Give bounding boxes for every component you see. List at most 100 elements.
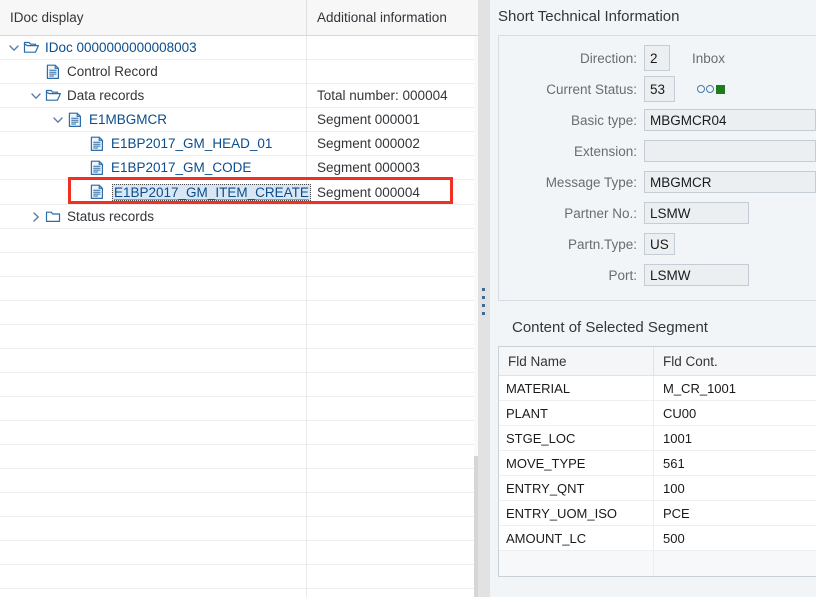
- tree-empty-cell: [307, 349, 478, 372]
- tree-row-label[interactable]: E1BP2017_GM_CODE: [111, 160, 251, 175]
- document-icon: [88, 183, 106, 201]
- tree-empty-cell: [307, 445, 478, 468]
- technical-info-field-label: Partn.Type:: [567, 236, 637, 252]
- segment-empty-cell: [654, 551, 816, 576]
- technical-info-field-value[interactable]: LSMW: [644, 264, 749, 286]
- chevron-right-icon[interactable]: [28, 209, 44, 225]
- technical-info-field-value[interactable]: 2: [644, 45, 670, 71]
- tree-empty-cell: [0, 373, 307, 396]
- tree-empty-cell: [307, 301, 478, 324]
- panel-splitter[interactable]: [478, 0, 490, 597]
- technical-info-field-value[interactable]: US: [644, 233, 675, 255]
- status-circle-empty-icon: [706, 85, 714, 93]
- tree-row-additional-info: Segment 000003: [317, 160, 420, 175]
- segment-column-header-fld-cont[interactable]: Fld Cont.: [654, 347, 816, 375]
- tree-row[interactable]: E1BP2017_GM_ITEM_CREATE Segment 000004: [0, 180, 478, 205]
- tree-row-label-selected[interactable]: E1BP2017_GM_ITEM_CREATE: [112, 183, 311, 201]
- segment-table-row[interactable]: STGE_LOC 1001: [499, 426, 816, 451]
- tree-header-row: IDoc display Additional information: [0, 0, 478, 36]
- tree-row[interactable]: Data records Total number: 000004: [0, 84, 478, 108]
- chevron-down-icon[interactable]: [6, 40, 22, 56]
- tree-empty-cell: [307, 541, 478, 564]
- tree-row[interactable]: E1BP2017_GM_HEAD_01 Segment 000002: [0, 132, 478, 156]
- segment-table-row[interactable]: PLANT CU00: [499, 401, 816, 426]
- tree-row-label[interactable]: Status records: [67, 209, 154, 224]
- content-of-selected-segment-title: Content of Selected Segment: [490, 309, 816, 346]
- status-circle-empty-icon: [697, 85, 705, 93]
- tree-column-header-additional-information[interactable]: Additional information: [307, 0, 478, 35]
- tree-empty-row: [0, 229, 478, 253]
- tree-row-additional-info: Segment 000002: [317, 136, 420, 151]
- segment-table-empty-row: [499, 551, 816, 576]
- tree-empty-row: [0, 325, 478, 349]
- tree-row[interactable]: IDoc 0000000000008003: [0, 36, 478, 60]
- tree-row-label-cell[interactable]: E1BP2017_GM_ITEM_CREATE: [0, 180, 311, 204]
- segment-table-row[interactable]: AMOUNT_LC 500: [499, 526, 816, 551]
- tree-row-label[interactable]: Control Record: [67, 64, 158, 79]
- segment-field-name: AMOUNT_LC: [499, 526, 654, 550]
- tree-empty-row: [0, 493, 478, 517]
- technical-info-field-value[interactable]: LSMW: [644, 202, 749, 224]
- tree-row-label-cell[interactable]: Status records: [0, 205, 307, 228]
- chevron-down-icon[interactable]: [28, 88, 44, 104]
- content-of-selected-segment-section: Content of Selected Segment Fld Name Fld…: [490, 309, 816, 577]
- tree-empty-row: [0, 421, 478, 445]
- tree-row[interactable]: Control Record: [0, 60, 478, 84]
- segment-table-body: MATERIAL M_CR_1001 PLANT CU00 STGE_LOC 1001 MO…: [499, 376, 816, 576]
- open-folder-icon: [44, 87, 62, 105]
- tree-row[interactable]: E1BP2017_GM_CODE Segment 000003: [0, 156, 478, 180]
- splitter-grip-icon[interactable]: [482, 288, 485, 315]
- tree-row[interactable]: E1MBGMCR Segment 000001: [0, 108, 478, 132]
- technical-info-field-label: Partner No.:: [564, 205, 637, 221]
- tree-row-label-cell[interactable]: E1MBGMCR: [0, 108, 307, 131]
- technical-info-field-value[interactable]: MBGMCR04: [644, 109, 816, 131]
- technical-info-field-value[interactable]: 53: [644, 76, 675, 102]
- technical-info-field-value[interactable]: [644, 140, 816, 162]
- tree-empty-cell: [0, 325, 307, 348]
- tree-row-label[interactable]: E1BP2017_GM_HEAD_01: [111, 136, 272, 151]
- tree-empty-cell: [307, 421, 478, 444]
- tree-row-label[interactable]: Data records: [67, 88, 144, 103]
- tree-empty-cell: [0, 397, 307, 420]
- segment-table-row[interactable]: MATERIAL M_CR_1001: [499, 376, 816, 401]
- segment-field-value: PCE: [663, 505, 690, 521]
- chevron-down-icon[interactable]: [50, 112, 66, 128]
- tree-row-label-cell[interactable]: IDoc 0000000000008003: [0, 36, 307, 59]
- tree-empty-cell: [0, 277, 307, 300]
- tree-row-label-cell[interactable]: E1BP2017_GM_HEAD_01: [0, 132, 307, 155]
- tree-empty-cell: [307, 565, 478, 588]
- document-icon: [88, 159, 106, 177]
- segment-empty-cell: [499, 551, 654, 576]
- tree-empty-cell: [307, 589, 478, 597]
- tree-row-label[interactable]: E1MBGMCR: [89, 112, 167, 127]
- tree-column-header-idoc-display[interactable]: IDoc display: [0, 0, 307, 35]
- technical-info-field-label: Basic type:: [570, 112, 637, 128]
- tree-row-label-cell[interactable]: Control Record: [0, 60, 307, 83]
- tree-empty-row: [0, 469, 478, 493]
- segment-table-row[interactable]: MOVE_TYPE 561: [499, 451, 816, 476]
- closed-folder-icon: [44, 208, 62, 226]
- technical-info-field-row: Basic type: MBGMCR04: [499, 106, 816, 134]
- tree-empty-row: [0, 589, 478, 597]
- technical-info-field-value[interactable]: MBGMCR: [644, 171, 816, 193]
- tree-empty-cell: [0, 517, 307, 540]
- tree-empty-row: [0, 397, 478, 421]
- tree-empty-cell: [307, 517, 478, 540]
- tree-empty-cell: [0, 253, 307, 276]
- segment-field-name: STGE_LOC: [499, 426, 654, 450]
- tree-row-label[interactable]: IDoc 0000000000008003: [45, 40, 197, 55]
- tree-row-label-cell[interactable]: Data records: [0, 84, 307, 107]
- technical-info-field-label: Extension:: [573, 143, 637, 159]
- segment-table-row[interactable]: ENTRY_QNT 100: [499, 476, 816, 501]
- tree-empty-cell: [0, 445, 307, 468]
- tree-row-label-cell[interactable]: E1BP2017_GM_CODE: [0, 156, 307, 179]
- tree-row-additional-info: Segment 000004: [317, 184, 420, 200]
- tree-empty-cell: [0, 421, 307, 444]
- tree-row[interactable]: Status records: [0, 205, 478, 229]
- technical-info-field-row: Port: LSMW: [499, 261, 816, 289]
- segment-column-header-fld-name[interactable]: Fld Name: [499, 347, 654, 375]
- segment-field-name: PLANT: [499, 401, 654, 425]
- open-folder-icon: [22, 39, 40, 57]
- segment-field-value: 100: [663, 480, 685, 496]
- segment-table-row[interactable]: ENTRY_UOM_ISO PCE: [499, 501, 816, 526]
